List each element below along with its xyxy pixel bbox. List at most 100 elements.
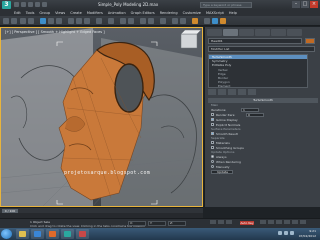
- select-by-name-icon[interactable]: [48, 18, 54, 24]
- auto-key-button[interactable]: Auto Key: [240, 221, 254, 225]
- x-coordinate-field[interactable]: X:: [128, 221, 146, 226]
- y-coordinate-field[interactable]: Y:: [148, 221, 166, 226]
- display-tab-icon[interactable]: [271, 29, 286, 36]
- modify-tab-icon[interactable]: [223, 29, 238, 36]
- orbit-icon[interactable]: [276, 220, 282, 224]
- perspective-viewport[interactable]: [+] [ Perspective ] [ Smooth + Highlight…: [0, 27, 203, 207]
- pan-icon[interactable]: [284, 220, 290, 224]
- when-rendering-radio[interactable]: [211, 160, 214, 163]
- menu-help[interactable]: Help: [229, 11, 237, 15]
- pivot-center-icon[interactable]: [108, 18, 114, 24]
- volume-icon[interactable]: [284, 231, 288, 235]
- undo-icon[interactable]: [35, 2, 40, 7]
- smoothing-groups-checkbox[interactable]: [211, 146, 214, 149]
- menu-animation[interactable]: Animation: [108, 11, 126, 15]
- taskbar-app-3dsmax[interactable]: [61, 229, 74, 239]
- viewport-label[interactable]: [+] [ Perspective ] [ Smooth + Highlight…: [5, 30, 105, 34]
- manually-radio[interactable]: [211, 165, 214, 168]
- close-button[interactable]: ×: [310, 1, 318, 8]
- move-icon[interactable]: [68, 18, 74, 24]
- menu-rendering[interactable]: Rendering: [160, 11, 178, 15]
- utilities-tab-icon[interactable]: [287, 29, 302, 36]
- material-editor-icon[interactable]: [192, 18, 198, 24]
- curve-editor-icon[interactable]: [172, 18, 178, 24]
- show-end-result-icon[interactable]: [218, 89, 226, 95]
- menu-views[interactable]: Views: [55, 11, 65, 15]
- update-row: Update: [208, 169, 318, 174]
- menu-customize[interactable]: Customize: [183, 11, 201, 15]
- always-radio[interactable]: [211, 155, 214, 158]
- menu-modifiers[interactable]: Modifiers: [87, 11, 103, 15]
- stack-item-element[interactable]: Element: [209, 84, 307, 88]
- main-toolbar: [0, 16, 320, 26]
- materials-checkbox[interactable]: [211, 141, 214, 144]
- taskbar-app-explorer[interactable]: [16, 229, 29, 239]
- open-file-icon[interactable]: [21, 2, 26, 7]
- zoom-icon[interactable]: [260, 220, 266, 224]
- link-icon[interactable]: [20, 18, 26, 24]
- menu-edit[interactable]: Edit: [14, 11, 21, 15]
- redo-tool-icon[interactable]: [11, 18, 17, 24]
- zoom-all-icon[interactable]: [268, 220, 274, 224]
- scale-icon[interactable]: [84, 18, 90, 24]
- modifier-list-dropdown[interactable]: Modifier List: [208, 46, 315, 52]
- angle-snap-icon[interactable]: [128, 18, 134, 24]
- render-iters-checkbox[interactable]: [211, 113, 214, 116]
- flag-icon[interactable]: [290, 231, 294, 235]
- menu-create[interactable]: Create: [70, 11, 82, 15]
- play-icon[interactable]: [226, 220, 232, 224]
- previous-frame-icon[interactable]: [218, 220, 224, 224]
- update-button[interactable]: Update: [211, 169, 233, 174]
- unlink-icon[interactable]: [28, 18, 34, 24]
- remove-modifier-icon[interactable]: [238, 89, 246, 95]
- object-color-swatch[interactable]: [305, 38, 315, 44]
- layer-manager-icon[interactable]: [160, 18, 166, 24]
- menu-tools[interactable]: Tools: [26, 11, 35, 15]
- rectangular-selection-icon[interactable]: [56, 18, 62, 24]
- field-of-view-icon[interactable]: [292, 220, 298, 224]
- object-name-field[interactable]: Head01: [208, 38, 302, 44]
- snap-toggle-icon[interactable]: [120, 18, 126, 24]
- clock[interactable]: 9:21 07/02/2012: [299, 229, 316, 238]
- rotate-icon[interactable]: [76, 18, 82, 24]
- mirror-icon[interactable]: [140, 18, 146, 24]
- hierarchy-tab-icon[interactable]: [239, 29, 254, 36]
- taskbar-app-paint[interactable]: [76, 229, 89, 239]
- explicit-normals-checkbox[interactable]: [211, 123, 214, 126]
- minimize-button[interactable]: –: [292, 1, 300, 8]
- menu-group[interactable]: Group: [39, 11, 50, 15]
- undo-tool-icon[interactable]: [3, 18, 9, 24]
- iterations-spinner[interactable]: 1: [241, 107, 259, 112]
- render-setup-icon[interactable]: [204, 18, 210, 24]
- menu-maxscript[interactable]: MAXScript: [206, 11, 224, 15]
- schematic-view-icon[interactable]: [180, 18, 186, 24]
- isoline-checkbox[interactable]: [211, 118, 214, 121]
- align-icon[interactable]: [148, 18, 154, 24]
- configure-sets-icon[interactable]: [248, 89, 256, 95]
- taskbar-app-media[interactable]: [46, 229, 59, 239]
- create-tab-icon[interactable]: [207, 29, 222, 36]
- save-icon[interactable]: [28, 2, 33, 7]
- pin-stack-icon[interactable]: [208, 89, 216, 95]
- reference-coordinate-icon[interactable]: [96, 18, 102, 24]
- maximize-button[interactable]: □: [301, 1, 309, 8]
- taskbar-app-browser[interactable]: [31, 229, 44, 239]
- new-file-icon[interactable]: [14, 2, 19, 7]
- menu-graph-editors[interactable]: Graph Editors: [131, 11, 155, 15]
- app-logo[interactable]: 3: [2, 1, 11, 9]
- make-unique-icon[interactable]: [228, 89, 236, 95]
- z-coordinate-field[interactable]: Z:: [168, 221, 186, 226]
- search-input[interactable]: Type a keyword or phrase: [200, 2, 252, 8]
- start-button-icon[interactable]: [1, 229, 12, 239]
- select-object-icon[interactable]: [40, 18, 46, 24]
- render-iters-spinner[interactable]: 0: [246, 112, 264, 117]
- redo-icon[interactable]: [42, 2, 47, 7]
- manually-label: Manually: [216, 164, 230, 169]
- motion-tab-icon[interactable]: [255, 29, 270, 36]
- rendered-frame-window-icon[interactable]: [212, 18, 218, 24]
- render-production-icon[interactable]: [220, 18, 226, 24]
- smooth-result-checkbox[interactable]: [211, 132, 214, 135]
- maximize-viewport-icon[interactable]: [300, 220, 306, 224]
- go-to-start-icon[interactable]: [210, 220, 216, 224]
- network-icon[interactable]: [278, 231, 282, 235]
